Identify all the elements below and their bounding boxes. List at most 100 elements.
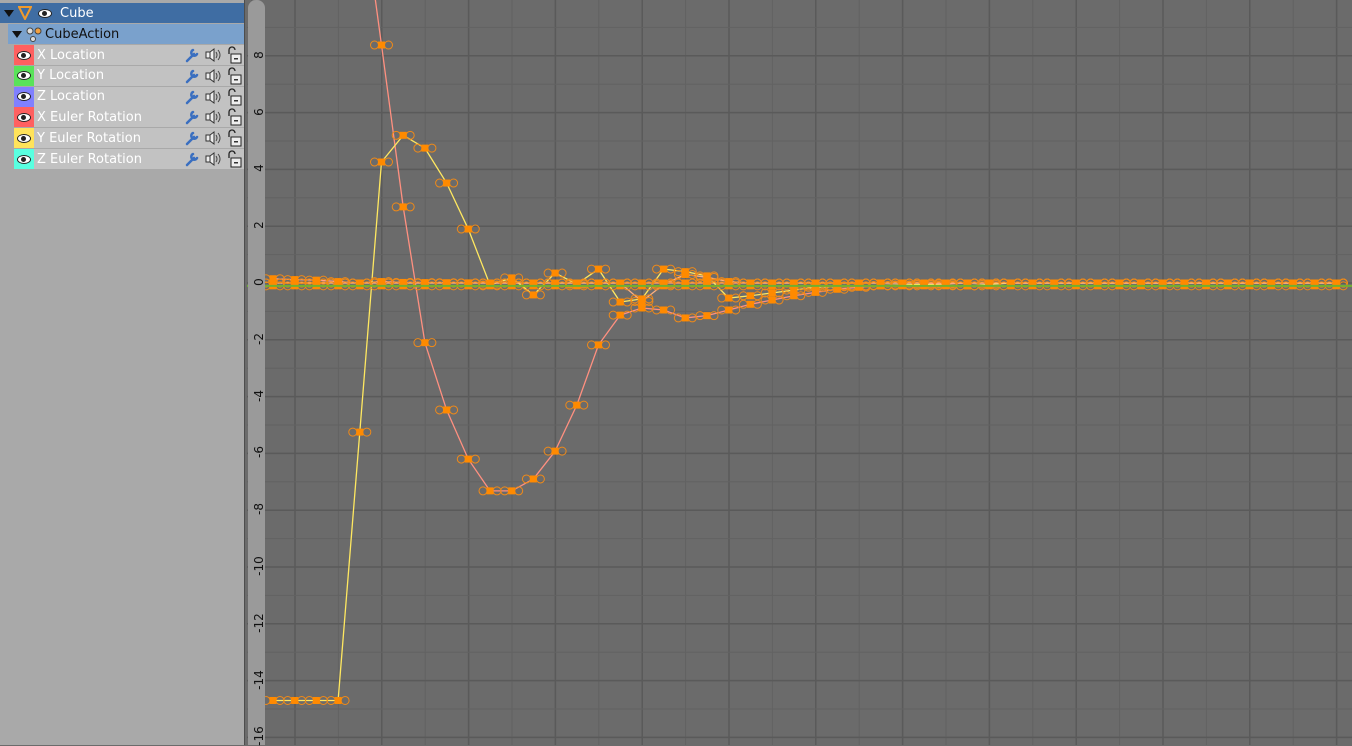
- keyframe-point[interactable]: [660, 265, 668, 273]
- speaker-icon[interactable]: [204, 129, 222, 147]
- graph-editor-canvas[interactable]: [247, 0, 1352, 745]
- wrench-icon[interactable]: [183, 88, 201, 106]
- channel-row[interactable]: X Location: [14, 45, 245, 66]
- channel-label[interactable]: X Location: [37, 48, 183, 63]
- y-tick-label: 0: [252, 278, 266, 286]
- object-icon: [17, 6, 33, 22]
- keyframe-point[interactable]: [464, 225, 472, 233]
- channel-color-swatch[interactable]: [14, 107, 34, 128]
- keyframe-point[interactable]: [486, 487, 494, 495]
- lock-icon[interactable]: [225, 129, 243, 147]
- channel-row[interactable]: Y Location: [14, 65, 245, 87]
- keyframe-point[interactable]: [443, 406, 451, 414]
- keyframe-point[interactable]: [291, 696, 299, 704]
- lock-icon[interactable]: [225, 46, 243, 64]
- keyframe-point[interactable]: [746, 292, 754, 300]
- keyframe-point[interactable]: [660, 306, 668, 314]
- keyframe-point[interactable]: [703, 312, 711, 320]
- wrench-icon[interactable]: [183, 67, 201, 85]
- channel-label[interactable]: X Euler Rotation: [37, 110, 183, 125]
- speaker-icon[interactable]: [204, 88, 222, 106]
- keyframe-point[interactable]: [573, 401, 581, 409]
- speaker-icon[interactable]: [204, 46, 222, 64]
- speaker-icon[interactable]: [204, 108, 222, 126]
- channel-row[interactable]: Y Euler Rotation: [14, 128, 245, 150]
- keyframe-point[interactable]: [443, 179, 451, 187]
- channel-color-swatch[interactable]: [14, 65, 34, 86]
- keyframe-point[interactable]: [312, 696, 320, 704]
- keyframe-point[interactable]: [399, 203, 407, 211]
- speaker-icon[interactable]: [204, 150, 222, 168]
- keyframe-point[interactable]: [725, 294, 733, 302]
- channel-row[interactable]: Z Euler Rotation: [14, 149, 245, 170]
- keyframe-point[interactable]: [529, 291, 537, 299]
- keyframe-point[interactable]: [421, 339, 429, 347]
- keyframe-point[interactable]: [378, 158, 385, 166]
- channel-color-swatch[interactable]: [14, 45, 34, 65]
- y-tick-label: -10: [252, 556, 266, 576]
- channel-label[interactable]: Z Euler Rotation: [37, 152, 183, 167]
- keyframe-point[interactable]: [616, 298, 624, 306]
- keyframe-point[interactable]: [595, 341, 602, 349]
- keyframe-point[interactable]: [703, 273, 711, 281]
- keyframe-point[interactable]: [681, 314, 689, 322]
- keyframe-point[interactable]: [790, 286, 798, 294]
- channel-color-swatch[interactable]: [14, 149, 34, 169]
- action-row-cubeaction[interactable]: CubeAction: [8, 24, 245, 44]
- object-name: Cube: [60, 5, 94, 21]
- keyframe-point[interactable]: [725, 278, 733, 286]
- lock-icon[interactable]: [225, 67, 243, 85]
- keyframe-point[interactable]: [529, 475, 537, 483]
- keyframe-point[interactable]: [356, 428, 364, 436]
- keyframe-point[interactable]: [638, 297, 646, 305]
- y-tick-label: 4: [252, 164, 266, 173]
- object-row-cube[interactable]: Cube: [0, 3, 245, 23]
- expand-triangle-icon[interactable]: [4, 9, 14, 17]
- keyframe-point[interactable]: [551, 269, 559, 277]
- keyframe-point[interactable]: [269, 696, 277, 704]
- eye-icon[interactable]: [17, 50, 31, 60]
- keyframe-point[interactable]: [464, 455, 472, 463]
- channel-row[interactable]: X Euler Rotation: [14, 107, 245, 129]
- wrench-icon[interactable]: [183, 46, 201, 64]
- lock-icon[interactable]: [225, 88, 243, 106]
- keyframe-point[interactable]: [681, 270, 689, 278]
- wrench-icon[interactable]: [183, 150, 201, 168]
- keyframe-point[interactable]: [725, 306, 733, 314]
- keyframe-point[interactable]: [768, 296, 776, 304]
- keyframe-point[interactable]: [421, 144, 429, 152]
- keyframe-point[interactable]: [334, 696, 342, 704]
- keyframe-point[interactable]: [378, 41, 385, 49]
- channel-color-swatch[interactable]: [14, 128, 34, 149]
- keyframe-point[interactable]: [616, 311, 624, 319]
- panel-divider[interactable]: [244, 0, 245, 745]
- keyframe-point[interactable]: [768, 289, 776, 297]
- channel-label[interactable]: Z Location: [37, 89, 183, 104]
- eye-icon[interactable]: [17, 71, 31, 81]
- lock-icon[interactable]: [225, 108, 243, 126]
- expand-triangle-icon[interactable]: [12, 30, 22, 38]
- eye-icon[interactable]: [17, 112, 31, 122]
- keyframe-point[interactable]: [746, 300, 754, 308]
- keyframe-point[interactable]: [551, 447, 559, 455]
- channel-color-swatch[interactable]: [14, 86, 34, 107]
- keyframe-point[interactable]: [638, 304, 646, 312]
- channel-label[interactable]: Y Location: [37, 68, 183, 83]
- wrench-icon[interactable]: [183, 129, 201, 147]
- y-tick-label: -4: [252, 389, 266, 402]
- action-name: CubeAction: [45, 26, 120, 42]
- lock-icon[interactable]: [225, 150, 243, 168]
- channel-label[interactable]: Y Euler Rotation: [37, 131, 183, 146]
- keyframe-point[interactable]: [399, 131, 407, 139]
- keyframe-point[interactable]: [508, 487, 516, 495]
- keyframe-point[interactable]: [595, 265, 602, 273]
- eye-icon[interactable]: [38, 8, 52, 18]
- speaker-icon[interactable]: [204, 67, 222, 85]
- wrench-icon[interactable]: [183, 108, 201, 126]
- channel-row[interactable]: Z Location: [14, 86, 245, 108]
- eye-icon[interactable]: [17, 133, 31, 143]
- eye-icon[interactable]: [17, 154, 31, 164]
- graph-background: [247, 0, 1352, 745]
- eye-icon[interactable]: [17, 92, 31, 102]
- keyframe-point[interactable]: [660, 280, 668, 288]
